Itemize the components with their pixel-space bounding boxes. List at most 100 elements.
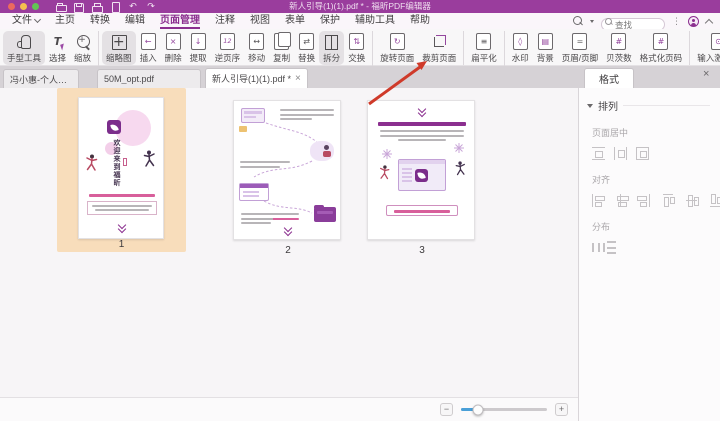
format-panel: 排列 页面居中 (578, 88, 720, 421)
thumbnail-page-1[interactable]: 欢迎来到福昕 1 (57, 88, 186, 252)
zoom-slider[interactable] (461, 408, 547, 411)
menu-item[interactable]: 转换 (90, 13, 110, 29)
zoom-in-button[interactable]: + (555, 403, 568, 416)
zoom-icon: + (75, 33, 90, 50)
zoom-slider-thumb[interactable] (473, 404, 484, 415)
account-avatar[interactable] (688, 16, 699, 27)
ribbon-button[interactable]: 拆分 (319, 31, 344, 65)
undo-icon[interactable]: ↶ (128, 2, 138, 12)
center-vertically-icon[interactable] (614, 147, 627, 160)
ribbon-button[interactable]: 12 逆页序 (211, 31, 245, 65)
menu-item[interactable]: 保护 (320, 13, 340, 29)
rotate-page-icon: ↻ (390, 33, 405, 50)
print-icon[interactable] (92, 2, 102, 12)
ribbon-button[interactable]: # 格式化页码 (636, 31, 687, 65)
align-top-icon[interactable] (663, 194, 673, 207)
open-icon[interactable] (56, 2, 66, 12)
page-number: 1 (57, 239, 186, 250)
format-group: 分布 (579, 220, 720, 254)
minimize-window-button[interactable] (20, 3, 27, 10)
header-footer-icon: = (572, 33, 587, 50)
ribbon-button[interactable]: ↔ 移动 (244, 31, 269, 65)
arrange-section-header[interactable]: 排列 (587, 98, 710, 113)
close-icon[interactable]: × (295, 74, 301, 84)
menu-item[interactable]: 页面管理 (160, 13, 200, 29)
ribbon-button[interactable]: ▤ 背景 (533, 31, 558, 70)
redo-icon[interactable]: ↷ (146, 2, 156, 12)
distribute-horizontally-icon[interactable] (592, 241, 605, 254)
ribbon-group: ↻ 旋转页面 裁剪页面 (372, 31, 460, 70)
align-vertical-center-icon[interactable] (686, 194, 696, 207)
window-illustration (239, 183, 269, 201)
ribbon-button[interactable]: × 删除 (161, 31, 186, 65)
align-bottom-icon[interactable] (710, 194, 720, 207)
ribbon-button[interactable]: ⊙ 输入激活码 (693, 31, 720, 65)
chevron-down-icon[interactable] (590, 20, 594, 23)
find-tool-icon[interactable] (573, 16, 587, 27)
ribbon-group: ⊙ 输入激活码 (689, 31, 720, 65)
chevron-down-icon (118, 222, 126, 232)
zoom-out-button[interactable]: − (440, 403, 453, 416)
bates-number-icon: # (611, 33, 626, 50)
align-left-icon[interactable] (592, 194, 603, 207)
collapse-ribbon-icon[interactable] (705, 18, 713, 26)
close-window-button[interactable] (8, 3, 15, 10)
maximize-window-button[interactable] (32, 3, 39, 10)
more-options-icon[interactable]: ⋮ (672, 16, 681, 27)
search-box (601, 15, 665, 28)
person-illustration (454, 161, 467, 178)
collapse-triangle-icon (587, 104, 593, 108)
cta-button-illustration (386, 205, 458, 216)
document-tab[interactable]: 50M_opt.pdf (97, 69, 201, 88)
ribbon-button[interactable]: ← 插入 (136, 31, 161, 70)
align-horizontal-center-icon[interactable] (616, 194, 626, 207)
align-right-icon[interactable] (639, 194, 650, 207)
split-page-icon (324, 33, 339, 50)
ribbon-button[interactable]: ↓ 提取 (186, 31, 211, 65)
menu-item[interactable]: 辅助工具 (355, 13, 395, 29)
ribbon-button[interactable]: # 贝茨数 (602, 31, 636, 70)
thumbnail-page-3[interactable]: 3 (367, 100, 477, 256)
document-tab[interactable]: 新人引导(1)(1).pdf * × (205, 68, 308, 88)
distribute-vertically-icon[interactable] (605, 241, 618, 254)
chevron-down-icon (418, 106, 426, 116)
person-illustration (84, 154, 99, 174)
ribbon-button[interactable]: T 选择 (45, 31, 70, 70)
menu-item[interactable]: 表单 (285, 13, 305, 29)
menu-item[interactable]: 视图 (250, 13, 270, 29)
document-tab[interactable]: 冯小惠-个人简历.pdf ... (3, 69, 79, 88)
ribbon-button[interactable]: 复制 (269, 31, 294, 65)
menu-item[interactable]: 帮助 (410, 13, 430, 29)
thumbnail-page-2[interactable]: 2 (233, 100, 343, 256)
ribbon-button[interactable]: 裁剪页面 (418, 31, 460, 65)
center-horizontally-icon[interactable] (592, 147, 605, 160)
save-icon[interactable] (74, 2, 84, 12)
menu-item[interactable]: 主页 (55, 13, 75, 29)
menu-item[interactable]: 编辑 (125, 13, 145, 29)
ribbon-button[interactable]: ≡ 扁平化 (467, 31, 501, 65)
format-page-number-icon: # (653, 33, 668, 50)
watermark-icon: ◊ (513, 33, 528, 50)
menu-item[interactable]: 注释 (215, 13, 235, 29)
ribbon-button[interactable]: ◊ 水印 (508, 31, 533, 70)
ribbon-button[interactable]: + 缩略图 (102, 31, 136, 65)
ribbon-button[interactable]: 手型工具 (3, 31, 45, 65)
tab-format[interactable]: 格式 (584, 68, 634, 88)
select-icon: T (50, 33, 65, 50)
document-icon[interactable] (110, 2, 120, 12)
ribbon-button[interactable]: + 缩放 (70, 31, 95, 70)
page-number: 3 (367, 245, 477, 256)
seal-decoration (123, 158, 127, 166)
ribbon-button[interactable]: ⇄ 替换 (294, 31, 319, 65)
ribbon-button[interactable]: ↻ 旋转页面 (376, 31, 418, 70)
ribbon-button[interactable]: = 页眉/页脚 (558, 31, 602, 70)
menu-item[interactable]: 文件 (12, 13, 40, 29)
center-in-page-icon[interactable] (636, 147, 649, 160)
reverse-order-icon: 12 (220, 33, 235, 50)
move-page-icon: ↔ (249, 33, 264, 50)
person-illustration (378, 165, 391, 182)
ribbon-button[interactable]: ⇅ 交换 (344, 31, 369, 65)
page-3-preview (367, 100, 475, 240)
close-panel-icon[interactable]: × (703, 69, 709, 80)
flatten-icon: ≡ (476, 33, 491, 50)
